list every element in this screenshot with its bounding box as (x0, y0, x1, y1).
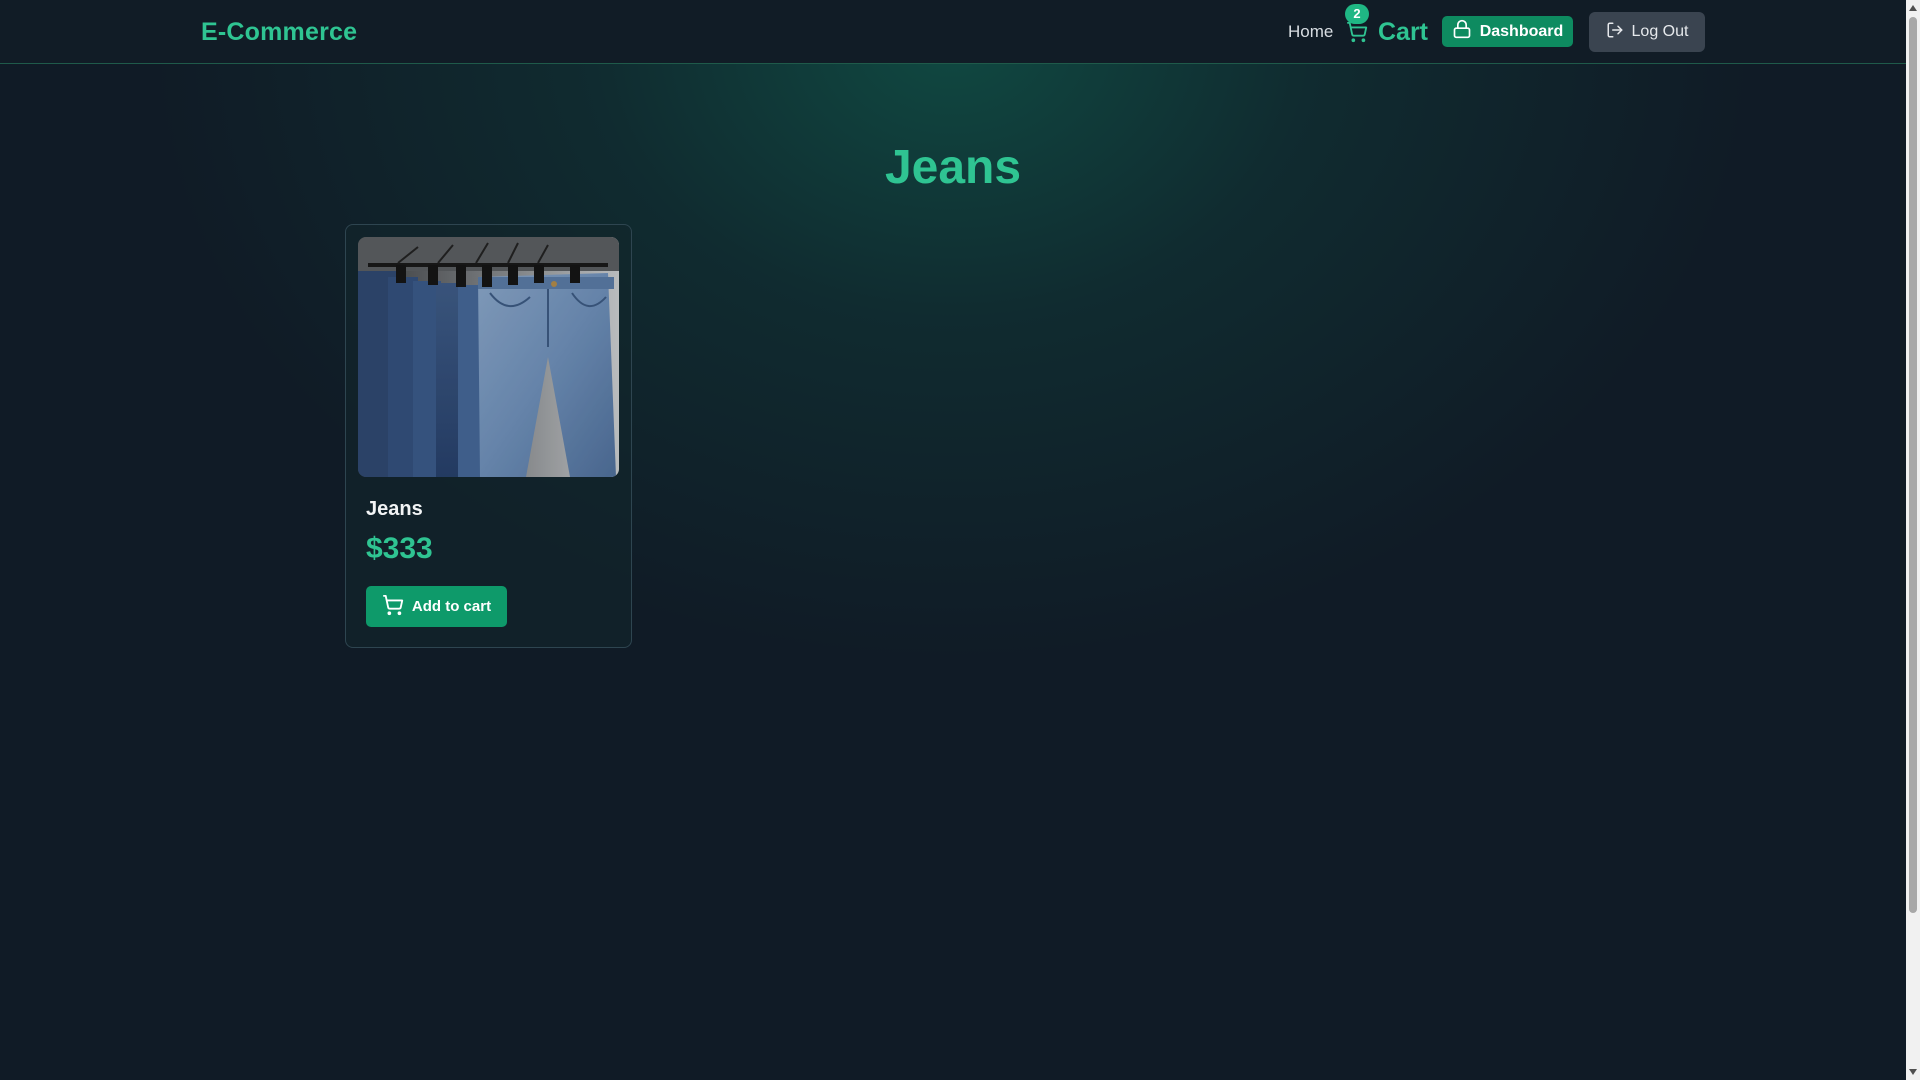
cart-count-badge: 2 (1345, 4, 1369, 24)
add-to-cart-label: Add to cart (411, 598, 492, 615)
page-title: Jeans (884, 141, 1022, 194)
lock-icon (1452, 19, 1472, 44)
logout-label: Log Out (1631, 23, 1689, 40)
nav-home-link[interactable]: Home (1288, 22, 1333, 42)
shopping-cart-icon (1346, 21, 1368, 43)
scroll-down-arrow-icon[interactable] (1909, 1069, 1917, 1075)
logout-button[interactable]: Log Out (1589, 12, 1705, 52)
dashboard-button[interactable]: Dashboard (1442, 16, 1573, 47)
log-out-icon (1606, 21, 1624, 44)
shopping-cart-icon (382, 594, 404, 620)
cart-label: Cart (1378, 17, 1429, 46)
navbar: E-Commerce Home 2 Cart Dashboard Log Out (0, 0, 1906, 64)
product-card: Jeans $333 Add to cart (345, 224, 632, 648)
vertical-scrollbar[interactable] (1906, 0, 1920, 1080)
add-to-cart-button[interactable]: Add to cart (366, 586, 507, 627)
product-image (358, 237, 619, 477)
dashboard-label: Dashboard (1479, 22, 1564, 40)
scroll-thumb[interactable] (1909, 17, 1917, 913)
brand-logo[interactable]: E-Commerce (201, 18, 357, 47)
scroll-up-arrow-icon[interactable] (1909, 5, 1917, 11)
product-price: $333 (366, 532, 433, 565)
product-name: Jeans (366, 498, 423, 520)
